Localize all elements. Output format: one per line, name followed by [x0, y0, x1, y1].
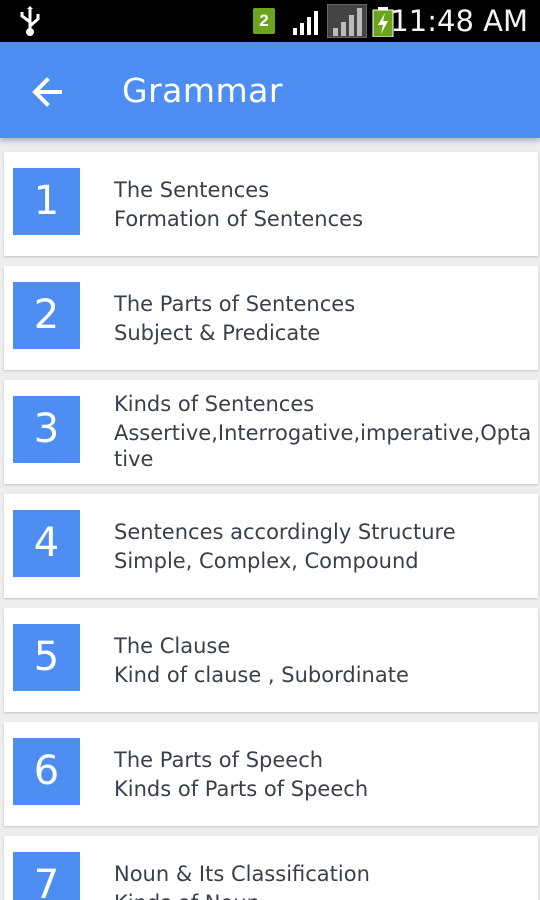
status-bar: 2 11:48 AM — [0, 0, 540, 42]
item-subtitle: Simple, Complex, Compound — [114, 549, 419, 573]
usb-icon — [18, 6, 42, 41]
signal-icon — [291, 8, 323, 41]
item-number-badge: 2 — [13, 282, 80, 349]
clock: 11:48 AM — [390, 4, 528, 38]
list-item[interactable]: 4 Sentences accordingly Structure Simple… — [4, 494, 538, 598]
item-title: The Parts of Speech — [114, 748, 324, 772]
item-title: Sentences accordingly Structure — [114, 520, 456, 544]
arrow-back-icon — [32, 77, 62, 107]
page-title: Grammar — [122, 71, 283, 110]
item-title: Kinds of Sentences — [114, 392, 315, 416]
item-subtitle: Kinds of Noun — [114, 890, 538, 900]
item-number-badge: 3 — [13, 396, 80, 463]
item-subtitle: Assertive,Interrogative,imperative,Optat… — [114, 421, 532, 471]
item-subtitle: Subject & Predicate — [114, 321, 321, 345]
app-bar: Grammar — [0, 42, 540, 138]
item-subtitle: Kinds of Parts of Speech — [114, 777, 369, 801]
item-title: The Sentences — [114, 178, 270, 202]
item-number-badge: 6 — [13, 738, 80, 805]
list-item[interactable]: 6 The Parts of Speech Kinds of Parts of … — [4, 722, 538, 826]
signal-icon-2 — [326, 3, 368, 43]
item-title: The Parts of Sentences — [114, 292, 356, 316]
item-subtitle: Kind of clause , Subordinate — [114, 663, 409, 687]
list-item[interactable]: 7 Noun & Its Classification Kinds of Nou… — [4, 836, 538, 900]
list-item[interactable]: 5 The Clause Kind of clause , Subordinat… — [4, 608, 538, 712]
item-title: The Clause — [114, 634, 231, 658]
list-item[interactable]: 1 The Sentences Formation of Sentences — [4, 152, 538, 256]
item-number-badge: 4 — [13, 510, 80, 577]
list-item[interactable]: 2 The Parts of Sentences Subject & Predi… — [4, 266, 538, 370]
item-subtitle: Formation of Sentences — [114, 207, 364, 231]
back-button[interactable] — [22, 66, 74, 118]
item-number-badge: 5 — [13, 624, 80, 691]
item-number-badge: 1 — [13, 168, 80, 235]
item-title: Noun & Its Classification — [114, 862, 370, 886]
item-number-badge: 7 — [13, 852, 80, 900]
notification-badge: 2 — [253, 8, 275, 34]
list-item[interactable]: 3 Kinds of Sentences Assertive,Interroga… — [4, 380, 538, 484]
